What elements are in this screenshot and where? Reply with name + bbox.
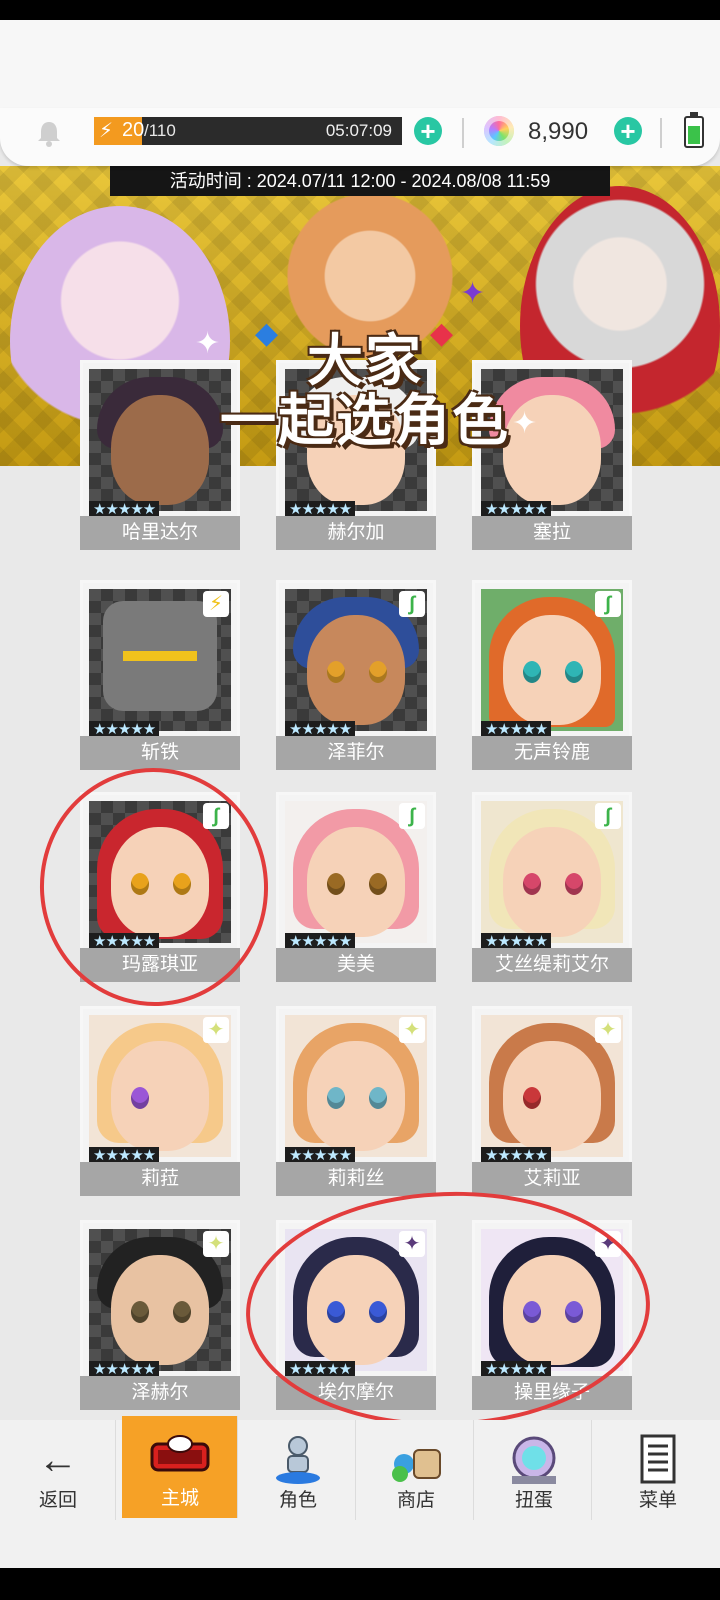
character-card-zeher[interactable]: ✦ ★★★★★ 泽赫尔 [80, 1220, 240, 1415]
event-time: 活动时间 : 2024.07/11 12:00 - 2024.08/08 11:… [110, 166, 610, 196]
gem-count: 8,990 [528, 118, 589, 145]
castle-icon [150, 1430, 210, 1482]
character-card-lilith[interactable]: ✦ ★★★★★ 莉莉丝 [276, 1006, 436, 1201]
character-name: 艾丝缇莉艾尔 [472, 948, 632, 982]
light-element-icon: ✦ [203, 1231, 229, 1257]
character-name: 美美 [276, 948, 436, 982]
sparkle-icon: ✦ [195, 327, 221, 360]
nav-menu-button[interactable]: 菜单 [600, 1420, 716, 1520]
wind-element-icon: ∫ [595, 591, 621, 617]
stamina-current: 20 [122, 119, 145, 141]
nav-label: 商店 [396, 1490, 435, 1511]
nav-label: 扭蛋 [514, 1490, 553, 1511]
battery-icon [684, 112, 704, 148]
nav-label: 主城 [160, 1488, 199, 1509]
light-element-icon: ✦ [203, 1017, 229, 1043]
character-name: 莉菈 [80, 1162, 240, 1196]
add-stamina-button[interactable]: + [414, 117, 442, 145]
character-name: 无声铃鹿 [472, 736, 632, 770]
lightning-element-icon: ⚡ [203, 591, 229, 617]
character-card-estiliel[interactable]: ∫ ★★★★★ 艾丝缇莉艾尔 [472, 792, 632, 987]
stamina-timer: 05:07:09 [325, 121, 392, 140]
divider [660, 118, 662, 148]
character-name: 泽菲尔 [276, 736, 436, 770]
nav-shop-button[interactable]: 商店 [358, 1420, 474, 1520]
nav-label: 角色 [278, 1490, 317, 1511]
sparkle-icon: ◆ [430, 317, 454, 350]
sparkle-icon: ✦ [460, 277, 486, 310]
character-card-silent-suzuka[interactable]: ∫ ★★★★★ 无声铃鹿 [472, 580, 632, 775]
character-name: 哈里达尔 [80, 516, 240, 550]
gacha-portal-icon [504, 1434, 564, 1486]
character-name: 泽赫尔 [80, 1376, 240, 1410]
wind-element-icon: ∫ [399, 803, 425, 829]
lightning-icon: ⚡ [94, 117, 118, 145]
nav-label: 返回 [38, 1490, 77, 1511]
nav-gacha-button[interactable]: 扭蛋 [476, 1420, 592, 1520]
character-statue-icon [268, 1434, 328, 1486]
bottom-strip [0, 1520, 720, 1568]
character-card-zantetsu[interactable]: ⚡ ★★★★★ 斩铁 [80, 580, 240, 775]
wind-element-icon: ∫ [399, 591, 425, 617]
character-card-aria[interactable]: ✦ ★★★★★ 艾莉亚 [472, 1006, 632, 1201]
character-card-meimei[interactable]: ∫ ★★★★★ 美美 [276, 792, 436, 987]
nav-back-button[interactable]: ← 返回 [0, 1420, 116, 1520]
light-element-icon: ✦ [595, 1017, 621, 1043]
gem-icon [484, 116, 514, 146]
nav-home-button[interactable]: 主城 [122, 1416, 238, 1518]
stamina-max: /110 [144, 121, 176, 140]
add-gem-button[interactable]: + [614, 117, 642, 145]
character-name: 赫尔加 [276, 516, 436, 550]
sparkle-icon: ✦ [512, 407, 538, 440]
character-name: 塞拉 [472, 516, 632, 550]
bottom-navigation: ← 返回 主城 角色 商店 扭蛋 菜单 [0, 1416, 720, 1520]
menu-list-icon [628, 1434, 688, 1486]
bell-icon[interactable] [34, 118, 64, 148]
nav-label: 菜单 [638, 1490, 677, 1511]
wind-element-icon: ∫ [595, 803, 621, 829]
character-card-zephyr[interactable]: ∫ ★★★★★ 泽菲尔 [276, 580, 436, 775]
shop-bag-icon [386, 1434, 446, 1486]
banner-title: 大家 一起选角色 [220, 329, 510, 452]
character-name: 艾莉亚 [472, 1162, 632, 1196]
top-blank-area [0, 20, 720, 118]
character-name: 莉莉丝 [276, 1162, 436, 1196]
stamina-meter: ⚡ 20 /110 05:07:09 [94, 117, 402, 145]
system-navigation-bar [0, 1568, 720, 1600]
divider [462, 118, 464, 148]
character-card-lila[interactable]: ✦ ★★★★★ 莉菈 [80, 1006, 240, 1201]
status-bar [0, 0, 720, 20]
character-name: 斩铁 [80, 736, 240, 770]
nav-characters-button[interactable]: 角色 [240, 1420, 356, 1520]
sparkle-icon: ◆ [255, 317, 279, 350]
light-element-icon: ✦ [399, 1017, 425, 1043]
back-arrow-icon: ← [38, 1438, 78, 1482]
